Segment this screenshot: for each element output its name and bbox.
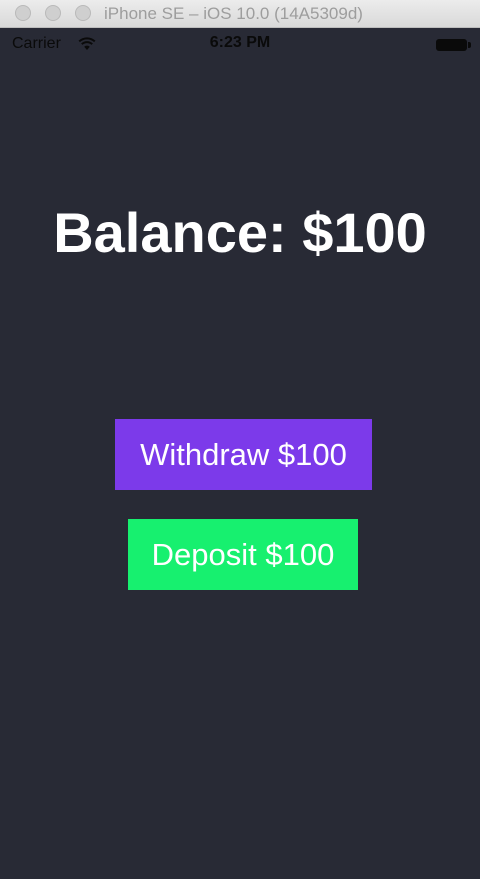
window-titlebar[interactable]: iPhone SE – iOS 10.0 (14A5309d) (0, 0, 480, 28)
balance-label: Balance: $100 (53, 201, 427, 264)
simulator-window: iPhone SE – iOS 10.0 (14A5309d) Carrier … (0, 0, 480, 879)
battery-icon (436, 39, 472, 51)
device-screen: Carrier 6:23 PM Balance: $100 Withdraw $… (0, 28, 480, 879)
withdraw-button[interactable]: Withdraw $100 (115, 419, 372, 490)
status-time: 6:23 PM (209, 34, 271, 51)
zoom-window-button[interactable] (75, 5, 91, 21)
window-title: iPhone SE – iOS 10.0 (14A5309d) (104, 4, 363, 23)
minimize-window-button[interactable] (45, 5, 61, 21)
close-window-button[interactable] (15, 5, 31, 21)
deposit-button[interactable]: Deposit $100 (128, 519, 358, 590)
status-bar: Carrier 6:23 PM (0, 28, 480, 60)
